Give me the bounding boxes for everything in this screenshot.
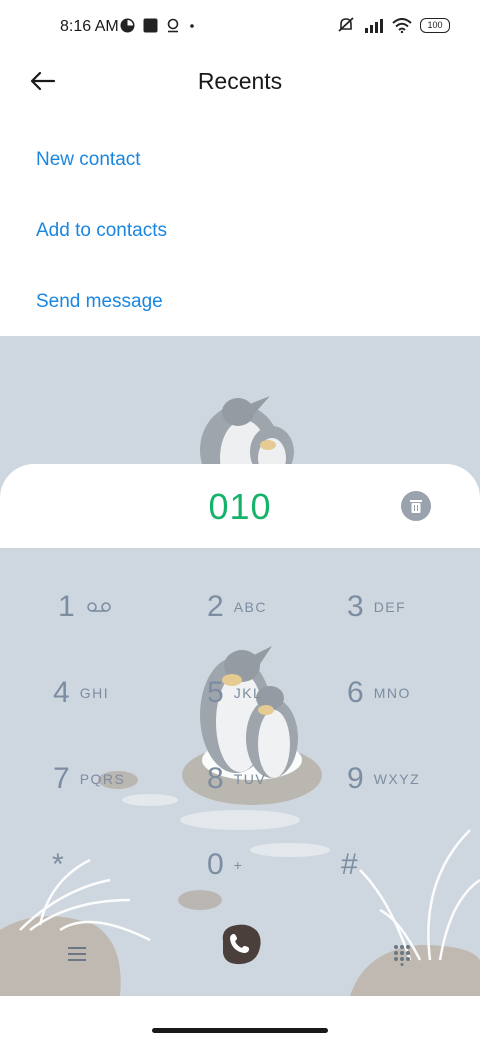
status-right-icons: 100 [336, 17, 450, 33]
key-hash[interactable]: # [341, 830, 480, 900]
clock-app-icon [120, 18, 135, 33]
key-letters: DEF [373, 599, 407, 615]
voicemail-icon [86, 602, 111, 612]
dialpad-icon [394, 945, 410, 966]
page-title: Recents [197, 68, 283, 94]
key-digit: 6 [347, 676, 364, 709]
key-letters: MNO [373, 685, 411, 701]
key-8[interactable]: 8 TUV [207, 744, 357, 814]
key-0[interactable]: 0 + [207, 830, 357, 900]
key-letters: GHI [79, 685, 110, 701]
key-digit: 4 [53, 676, 70, 709]
phone-icon [222, 924, 261, 965]
key-letters: WXYZ [373, 771, 421, 787]
key-2[interactable]: 2 ABC [207, 572, 357, 642]
key-digit: 3 [347, 590, 364, 623]
call-button[interactable] [215, 919, 265, 969]
rock-left [0, 916, 121, 996]
key-letters: ABC [233, 599, 267, 615]
battery-icon: 100 [420, 17, 450, 33]
status-time: 8:16 AM [60, 18, 119, 35]
navigation-bar [0, 996, 480, 1040]
key-3[interactable]: 3 DEF [347, 572, 480, 642]
key-digit: 5 [207, 676, 224, 709]
wifi-icon [392, 17, 412, 33]
number-display: 010 [0, 464, 480, 548]
key-1[interactable]: 1 [58, 572, 208, 642]
menu-button[interactable] [66, 944, 88, 969]
key-digit: 1 [58, 590, 75, 623]
key-9[interactable]: 9 WXYZ [347, 744, 480, 814]
key-letters: TUV [233, 771, 267, 787]
key-digit: 8 [207, 762, 224, 795]
square-icon [143, 18, 158, 33]
dot-icon [190, 24, 194, 28]
key-7[interactable]: 7 PQRS [53, 744, 203, 814]
key-digit: * [52, 848, 64, 881]
key-digit: 0 [207, 848, 224, 881]
status-bar: 8:16 AM 100 [0, 0, 480, 56]
add-to-contacts-link[interactable]: Add to contacts [36, 220, 167, 242]
status-left-icons [120, 18, 196, 33]
new-contact-link[interactable]: New contact [36, 149, 141, 171]
trash-icon [410, 500, 422, 513]
delete-button[interactable] [401, 491, 431, 521]
key-6[interactable]: 6 MNO [347, 658, 480, 728]
key-star[interactable]: * [52, 830, 202, 900]
key-letters: JKL [233, 685, 263, 701]
menu-icon [68, 947, 86, 961]
key-digit: 7 [53, 762, 70, 795]
key-4[interactable]: 4 GHI [53, 658, 203, 728]
location-icon [167, 18, 179, 33]
key-letters: + [233, 857, 244, 873]
header: Recents [0, 56, 480, 108]
home-indicator[interactable] [152, 1028, 328, 1033]
key-5[interactable]: 5 JKL [207, 658, 357, 728]
mute-icon [338, 17, 354, 32]
send-message-link[interactable]: Send message [36, 291, 163, 313]
key-digit: # [341, 848, 358, 881]
dialpad-toggle-button[interactable] [392, 944, 412, 971]
key-digit: 9 [347, 762, 364, 795]
key-digit: 2 [207, 590, 224, 623]
signal-icon [365, 18, 383, 33]
key-letters: PQRS [79, 771, 126, 787]
